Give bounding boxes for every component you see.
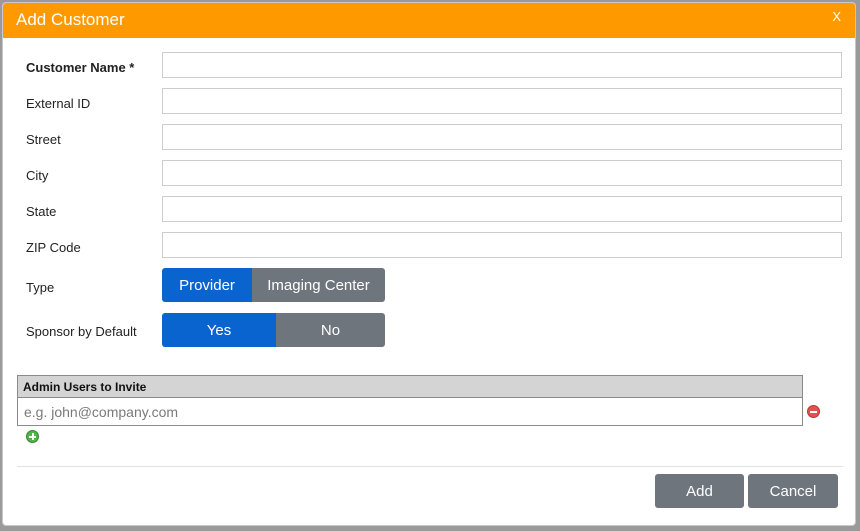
street-label: Street	[26, 132, 61, 147]
modal-title: Add Customer	[16, 10, 125, 29]
zip-code-label: ZIP Code	[26, 240, 81, 255]
type-label: Type	[26, 280, 55, 295]
admin-invite-table: Admin Users to Invite	[17, 375, 803, 426]
city-label: City	[26, 168, 49, 183]
sponsor-option-no[interactable]: No	[276, 313, 385, 347]
type-option-imaging-center[interactable]: Imaging Center	[252, 268, 385, 302]
type-option-provider[interactable]: Provider	[162, 268, 252, 302]
admin-invite-header: Admin Users to Invite	[18, 376, 802, 398]
type-toggle: Provider Imaging Center	[162, 268, 385, 302]
street-input[interactable]	[162, 124, 842, 150]
customer-name-label: Customer Name *	[26, 60, 135, 75]
admin-email-input[interactable]	[18, 398, 802, 425]
external-id-input[interactable]	[162, 88, 842, 114]
close-button[interactable]: X	[832, 9, 841, 24]
customer-name-input[interactable]	[162, 52, 842, 78]
add-customer-modal: Add Customer X Customer Name * External …	[2, 2, 856, 526]
city-input[interactable]	[162, 160, 842, 186]
external-id-label: External ID	[26, 96, 91, 111]
remove-circle-icon[interactable]	[807, 405, 820, 418]
cancel-button[interactable]: Cancel	[748, 474, 838, 508]
zip-code-input[interactable]	[162, 232, 842, 258]
add-button[interactable]: Add	[655, 474, 744, 508]
sponsor-toggle: Yes No	[162, 313, 385, 347]
add-circle-icon[interactable]	[26, 430, 39, 443]
footer-divider	[17, 466, 843, 467]
sponsor-label: Sponsor by Default	[26, 324, 137, 339]
state-input[interactable]	[162, 196, 842, 222]
sponsor-option-yes[interactable]: Yes	[162, 313, 276, 347]
modal-header: Add Customer X	[3, 3, 855, 38]
state-label: State	[26, 204, 57, 219]
